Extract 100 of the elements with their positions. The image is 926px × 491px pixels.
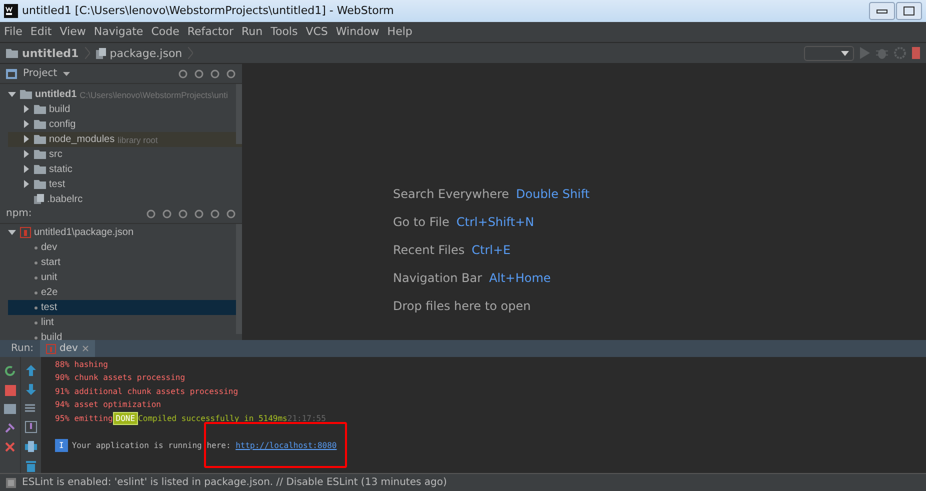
shortcut: Ctrl+E [472,243,511,258]
menu-item[interactable]: Code [151,25,180,38]
minimize-icon[interactable] [869,2,895,20]
npm-script[interactable]: lint [41,317,54,328]
print-icon[interactable] [25,441,37,452]
tree-item-note: library root [118,134,158,145]
trash-icon[interactable] [26,460,36,472]
bullet-icon [34,320,38,325]
console-line: 88% hashing [55,358,109,371]
done-badge: DONE [112,412,138,425]
debug-icon[interactable] [876,47,888,59]
welcome-hint: Navigation Bar [393,271,482,286]
file-icon [96,48,106,58]
folder-icon [20,90,32,100]
caret-icon[interactable] [63,72,70,76]
url-link[interactable]: http://localhost:8080 [236,441,337,450]
run-icon[interactable] [860,47,870,59]
tool-windows-icon[interactable] [6,478,16,488]
npm-script[interactable]: dev [41,242,58,254]
expanded-arrow-icon[interactable] [8,90,17,100]
tree-item[interactable]: untitled1\package.json [34,227,134,238]
welcome-hint: Go to File [393,215,450,230]
welcome-hint: Recent Files [393,243,465,258]
run-configuration-dropdown[interactable] [804,46,854,60]
wrap-icon[interactable] [25,403,37,414]
tree-item[interactable]: src [49,149,62,160]
tree-item[interactable]: config [49,119,76,130]
folder-icon [34,180,46,190]
breadcrumb[interactable]: package.json [96,46,182,60]
status-message: ESLint is enabled: 'eslint' is listed in package.json. // Disable ESLint (13 minutes ago) [22,477,447,488]
maximize-icon[interactable] [896,2,922,20]
run-tab[interactable]: dev [40,340,95,358]
tree-item[interactable]: test [49,179,66,190]
tree-item[interactable]: build [49,104,70,116]
shortcut: Double Shift [516,187,590,202]
menu-item[interactable]: Window [336,25,380,38]
menu-item[interactable]: Refactor [187,25,234,38]
console-message: Compiled successfully in 5149ms [138,414,288,423]
down-arrow-icon[interactable] [26,384,36,396]
chevron-icon [188,47,194,59]
bullet-icon [34,246,38,250]
tree-item[interactable]: static [49,164,72,176]
collapsed-arrow-icon[interactable] [22,135,31,144]
collapsed-arrow-icon[interactable] [22,150,31,160]
menu-item[interactable]: File [4,25,22,38]
caret-icon [841,50,849,56]
menu-item[interactable]: VCS [306,25,328,38]
menu-item[interactable]: Navigate [94,25,144,38]
rerun-icon[interactable] [4,365,16,378]
tree-item[interactable]: node_modules [49,134,115,146]
console-message: Your application is running here: [72,441,232,450]
npm-script[interactable]: start [41,257,60,268]
welcome-hint: Search Everywhere [393,187,509,202]
folder-icon [34,120,46,130]
npm-script[interactable]: test [41,302,58,314]
npm-package-icon [46,344,56,354]
folder-icon [34,105,46,114]
menu-item[interactable]: Help [387,25,412,38]
menu-item[interactable]: Tools [270,25,298,38]
npm-script[interactable]: e2e [41,287,58,298]
layout-icon[interactable] [4,404,16,414]
shortcut: Alt+Home [489,271,551,286]
panel-title[interactable]: Project [23,68,58,80]
expanded-arrow-icon[interactable] [8,228,17,238]
welcome-hint: Drop files here to open [393,299,531,314]
npm-script[interactable]: build [41,332,62,340]
window-title: untitled1 [C:\Users\lenovo\WebstormProjects\untitled1] - WebStorm [22,4,395,18]
close-icon[interactable] [5,442,15,452]
up-arrow-icon[interactable] [26,365,36,376]
console-line: 90% chunk assets processing [55,372,186,384]
npm-package-icon [20,227,31,238]
menu-item[interactable]: View [60,25,86,38]
scroll-end-icon[interactable] [25,421,37,434]
folder-icon [34,150,46,160]
breadcrumb[interactable]: untitled1 [6,46,79,60]
console-line: 95% emitting [55,414,113,423]
tree-item[interactable]: untitled1 [35,89,77,100]
panel-title: npm: [6,208,32,220]
project-view-icon [6,68,17,79]
tool-window-label: Run: [11,343,34,354]
close-icon[interactable] [82,345,89,352]
collapsed-arrow-icon[interactable] [22,180,31,190]
collapsed-arrow-icon[interactable] [22,165,31,174]
shortcut: Ctrl+Shift+N [456,215,534,230]
coverage-icon[interactable] [894,47,906,59]
console-line: 94% asset optimization [55,399,162,412]
bullet-icon [34,336,38,340]
tree-item-note: C:\Users\lenovo\WebstormProjects\unti [80,90,228,100]
folder-icon [34,135,46,144]
menu-item[interactable]: Run [242,25,263,38]
timestamp: 21:17:55 [287,414,326,423]
npm-script[interactable]: unit [41,272,58,284]
tree-item[interactable]: .babelrc [47,194,83,204]
menu-item[interactable]: Edit [30,25,52,38]
console-line: 91% additional chunk assets processing [55,386,240,398]
collapsed-arrow-icon[interactable] [22,105,31,114]
collapsed-arrow-icon[interactable] [22,120,31,130]
pin-icon[interactable] [4,422,16,434]
stop-icon[interactable] [4,385,16,396]
bullet-icon [34,306,38,310]
